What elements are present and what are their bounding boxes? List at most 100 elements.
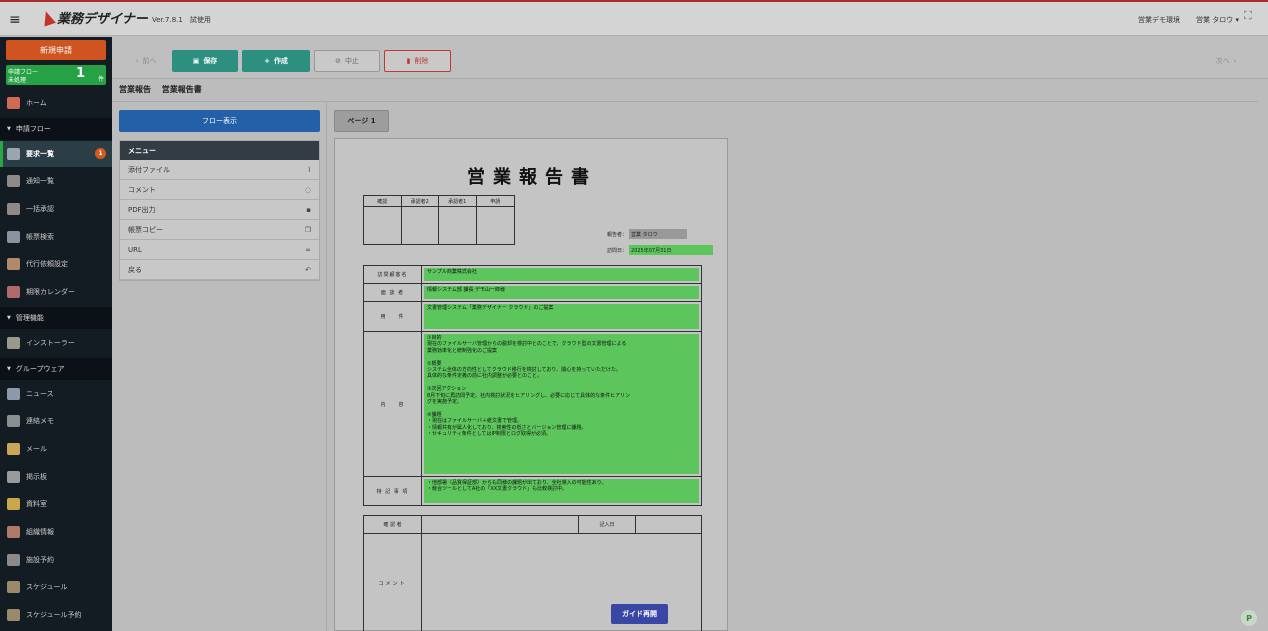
approval-stamp-cell: [439, 207, 477, 244]
sidebar-item-label: メール: [26, 445, 47, 453]
sidebar-item-bulk-approve[interactable]: 一括承認: [0, 196, 112, 222]
sidebar-item-requests[interactable]: 要求一覧 1: [0, 141, 112, 167]
flow-display-button[interactable]: フロー表示: [119, 110, 320, 132]
menu-icon[interactable]: ≡: [9, 12, 21, 28]
menu-item-back[interactable]: 戻る ↶: [120, 260, 319, 280]
comment-label: コメント: [364, 534, 422, 631]
menu-item-label: PDF出力: [128, 205, 156, 214]
menu-panel: メニュー 添付ファイル ⌇ コメント ◌ PDF出力 ▪ 帳票コピー ❐ URL ∞ 戻る…: [119, 140, 320, 281]
visit-date-label: 訪問日：: [607, 247, 628, 254]
form-row-notes: 特 記 事 項 ・他部署（品質保証部）からも同様の課題が出ており、全社導入の可能…: [364, 477, 701, 505]
reporter-row: 報告者： 営業 タロウ: [607, 229, 688, 239]
sidebar-item-installer[interactable]: インストーラー: [0, 330, 112, 356]
field-label: 特 記 事 項: [364, 477, 422, 505]
delete-button[interactable]: ▮ 削除: [384, 50, 451, 72]
menu-item-comment[interactable]: コメント ◌: [120, 180, 319, 200]
environment-label: 営業デモ環境: [1138, 16, 1180, 24]
app-name: 業務デザイナー: [57, 12, 148, 27]
sidebar-item-notifications[interactable]: 通知一覧: [0, 168, 112, 194]
page-tab-1[interactable]: ページ 1: [334, 110, 389, 132]
menu-item-label: 戻る: [128, 265, 142, 274]
save-button-label: 保存: [203, 57, 218, 65]
entry-date-field[interactable]: [636, 516, 701, 533]
customer-name-field[interactable]: サンプル商業株式会社: [424, 268, 699, 281]
menu-item-label: URL: [128, 245, 142, 254]
cancel-button-label: 中止: [344, 57, 359, 65]
sidebar-item-schedule-booking[interactable]: スケジュール予約: [0, 602, 112, 628]
menu-item-url[interactable]: URL ∞: [120, 240, 319, 260]
report-document: 営業報告書 確認 承認者2 承認者1 申請 報告者： 営業 タロウ 訪問日： 2…: [334, 138, 728, 631]
sidebar-item-deadline-calendar[interactable]: 期限カレンダー: [0, 279, 112, 305]
section-admin[interactable]: ▼ 管理機能: [0, 307, 112, 329]
delegation-icon: [7, 258, 20, 270]
copy-icon: ❐: [304, 225, 311, 234]
reporter-field[interactable]: 営業 タロウ: [629, 229, 688, 239]
schedule-icon: [7, 581, 20, 593]
folder-icon: [7, 498, 20, 510]
form-row-customer: 訪問顧客名 サンプル商業株式会社: [364, 266, 701, 284]
form-row-interviewee: 面 談 者 情報システム部 課長 デモ山一郎様: [364, 284, 701, 302]
caret-down-icon: ▼: [7, 126, 11, 132]
menu-item-form-copy[interactable]: 帳票コピー ❐: [120, 220, 319, 240]
app-logo[interactable]: 業務デザイナー: [40, 8, 148, 27]
create-button-label: 作成: [273, 57, 288, 65]
pending-flow-counter[interactable]: 申請フロー 未処理 1 件: [6, 65, 106, 85]
user-menu[interactable]: 営業 タロウ ▾: [1196, 15, 1239, 25]
help-assistant-icon[interactable]: P: [1241, 610, 1257, 626]
caret-down-icon: ▼: [7, 315, 11, 321]
cancel-button[interactable]: ⊘ 中止: [314, 50, 380, 72]
create-button[interactable]: + 作成: [242, 50, 310, 72]
section-label: 管理機能: [15, 314, 44, 322]
special-notes-field[interactable]: ・他部署（品質保証部）からも同様の課題が出ており、全社導入の可能性あり。 ・競合…: [424, 479, 699, 503]
news-icon: [7, 388, 20, 400]
interviewee-field[interactable]: 情報システム部 課長 デモ山一郎様: [424, 286, 699, 299]
next-button[interactable]: 次へ ›: [1202, 50, 1250, 72]
field-label: 面 談 者: [364, 284, 422, 301]
user-bell-icon: [7, 175, 20, 187]
sidebar-item-documents[interactable]: 資料室: [0, 491, 112, 517]
sidebar-item-label: ホーム: [26, 99, 47, 107]
section-request-flow[interactable]: ▼ 申請フロー: [0, 118, 112, 140]
link-icon: ∞: [305, 245, 311, 254]
visit-date-field[interactable]: 2025年07月31日: [629, 245, 714, 255]
prev-button[interactable]: ‹ 前へ: [122, 50, 170, 72]
sidebar-item-delegation[interactable]: 代行依頼設定: [0, 251, 112, 277]
sidebar-item-organization[interactable]: 組織情報: [0, 519, 112, 545]
confirmer-field[interactable]: [422, 516, 579, 533]
guide-resume-button[interactable]: ガイド再開: [611, 604, 668, 624]
section-groupware[interactable]: ▼ グループウェア: [0, 358, 112, 380]
menu-item-label: コメント: [128, 185, 156, 194]
calendar-icon: [7, 286, 20, 298]
sidebar-item-bulletin-board[interactable]: 掲示板: [0, 464, 112, 490]
sidebar-item-facility-booking[interactable]: 施設予約: [0, 547, 112, 573]
new-request-button[interactable]: 新規申請: [6, 40, 106, 60]
comment-icon: ◌: [304, 185, 311, 194]
sidebar-item-form-search[interactable]: 帳票検索: [0, 224, 112, 250]
menu-title: メニュー: [120, 141, 319, 160]
building-icon: [7, 554, 20, 566]
fullscreen-icon[interactable]: ⛶: [1244, 9, 1252, 23]
approval-stamp-cell: [477, 207, 515, 244]
comment-table-header: 確 認 者 記入日: [364, 516, 701, 534]
cancel-icon: ⊘: [335, 57, 341, 65]
sidebar-item-mail[interactable]: メール: [0, 436, 112, 462]
sidebar-item-label: ニュース: [26, 390, 54, 398]
menu-item-attachments[interactable]: 添付ファイル ⌇: [120, 160, 319, 180]
save-button[interactable]: ▣ 保存: [172, 50, 238, 72]
sidebar-item-home[interactable]: ホーム: [0, 90, 112, 116]
confirmer-label: 確 認 者: [364, 516, 422, 533]
menu-item-pdf-export[interactable]: PDF出力 ▪: [120, 200, 319, 220]
sidebar: 新規申請 申請フロー 未処理 1 件 ホーム ▼ 申請フロー 要求一覧 1 通知一覧…: [0, 37, 112, 631]
subject-field[interactable]: 文書管理システム「業務デザイナー クラウド」のご提案: [424, 304, 699, 329]
sidebar-item-label: 帳票検索: [26, 233, 54, 241]
flow-counter-sublabel: 未処理: [8, 77, 27, 84]
memo-icon: [7, 415, 20, 427]
sidebar-item-label: スケジュール予約: [26, 611, 82, 619]
content-field[interactable]: ①目的 現在のファイルサーバ管理からの脱却を検討中とのことで、クラウド型の文書管…: [424, 334, 699, 474]
approval-header: 承認者2: [401, 196, 439, 207]
sidebar-item-memo[interactable]: 連絡メモ: [0, 408, 112, 434]
sidebar-item-news[interactable]: ニュース: [0, 381, 112, 407]
sidebar-item-label: 組織情報: [26, 528, 54, 536]
sidebar-item-schedule[interactable]: スケジュール: [0, 574, 112, 600]
home-icon: [7, 97, 20, 109]
